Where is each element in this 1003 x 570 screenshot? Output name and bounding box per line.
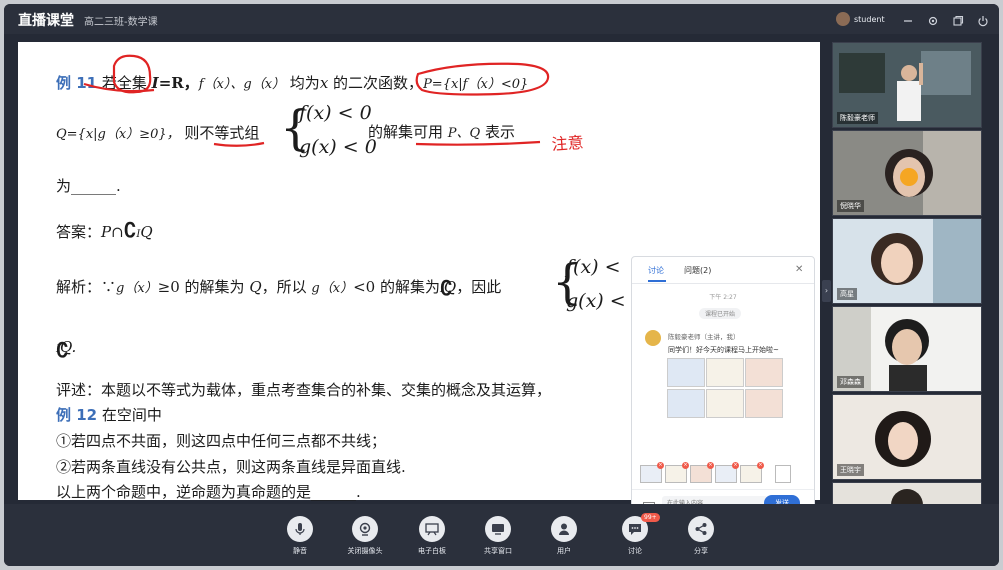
share-window-button[interactable]: 共享窗口 — [468, 516, 528, 556]
system-message: 课程已开始 — [699, 308, 742, 319]
discuss-button[interactable]: 99+ 讨论 — [605, 513, 665, 556]
app-title: 直播课堂 — [18, 13, 74, 29]
mute-button[interactable]: 静音 — [270, 516, 330, 556]
remove-icon[interactable]: × — [682, 462, 689, 469]
microphone-icon — [295, 523, 305, 535]
whiteboard-button[interactable]: 电子白板 — [402, 516, 462, 556]
chat-tabs: 讨论 问题(2) ✕ — [632, 257, 814, 284]
unread-badge: 99+ — [641, 513, 660, 522]
chat-panel: 讨论 问题(2) ✕ 下午 2:27 课程已开始 陈毅豪老师（主讲，我） 同学们… — [631, 256, 815, 518]
video-tile[interactable]: 陈毅豪老师 — [832, 42, 982, 128]
image-thumbnail[interactable] — [745, 358, 783, 387]
remove-icon[interactable]: × — [657, 462, 664, 469]
collapse-panel-button[interactable]: › — [822, 280, 831, 302]
active-tab-indicator — [648, 280, 666, 282]
share-window-label: 共享窗口 — [484, 547, 512, 555]
video-tile[interactable]: 王晓宇 — [832, 394, 982, 480]
class-name: 高二三班-数学课 — [84, 17, 158, 28]
whiteboard-label: 电子白板 — [418, 547, 446, 555]
settings-icon[interactable] — [927, 12, 939, 26]
message-time: 下午 2:27 — [709, 294, 737, 301]
title-bar: 直播课堂 高二三班-数学课 student — [4, 4, 999, 34]
message-text: 同学们！好今天的课程马上开始啦~ — [668, 346, 779, 354]
video-tile[interactable]: 高星 — [832, 218, 982, 304]
participant-name: 高星 — [837, 288, 857, 300]
monitor-icon — [492, 524, 504, 535]
user-icon — [559, 523, 569, 535]
participant-name: 邓森森 — [837, 376, 864, 388]
restore-icon[interactable] — [952, 12, 964, 26]
image-thumbnail[interactable] — [745, 389, 783, 418]
users-label: 用户 — [557, 547, 571, 555]
video-tile[interactable]: 倪晓华 — [832, 130, 982, 216]
image-thumbnail[interactable] — [706, 358, 744, 387]
image-thumbnail[interactable] — [667, 358, 705, 387]
minimize-icon[interactable] — [902, 12, 914, 24]
mute-label: 静音 — [293, 547, 307, 555]
users-button[interactable]: 用户 — [534, 516, 594, 556]
close-icon[interactable]: ✕ — [795, 264, 803, 275]
discuss-label: 讨论 — [628, 547, 642, 555]
attachment-thumb[interactable] — [775, 465, 791, 483]
user-menu[interactable]: student — [836, 12, 885, 26]
camera-button[interactable]: 关闭摄像头 — [335, 516, 395, 556]
participant-name: 倪晓华 — [837, 200, 864, 212]
user-avatar — [836, 12, 850, 26]
power-icon[interactable] — [977, 12, 989, 27]
message-sender: 陈毅豪老师（主讲，我） — [668, 333, 740, 341]
app-window: 直播课堂 高二三班-数学课 student 例 11 若全集 I=R，f（x）、… — [4, 4, 999, 566]
chat-bubble-icon — [629, 524, 641, 535]
remove-icon[interactable]: × — [707, 462, 714, 469]
remove-icon[interactable]: × — [757, 462, 764, 469]
video-tile[interactable]: 邓森森 — [832, 306, 982, 392]
share-label: 分享 — [694, 547, 708, 555]
whiteboard-icon — [425, 523, 439, 536]
bottom-toolbar: 静音 关闭摄像头 电子白板 共享窗口 用户 99+ 讨论 分享 — [4, 504, 999, 566]
attachment-strip: × × × × × — [640, 462, 800, 487]
teacher-avatar — [645, 330, 661, 346]
ink-note: 注意 — [551, 133, 584, 154]
share-button[interactable]: 分享 — [671, 516, 731, 556]
participant-name: 王晓宇 — [837, 464, 864, 476]
lecture-slide: 例 11 若全集 I=R，f（x）、g（x） 均为x 的二次函数，P={x|f（… — [18, 42, 820, 518]
image-thumbnail[interactable] — [667, 389, 705, 418]
participant-name: 陈毅豪老师 — [837, 112, 878, 124]
camera-icon — [359, 522, 371, 536]
user-name: student — [854, 14, 885, 24]
camera-label: 关闭摄像头 — [347, 547, 383, 555]
share-icon — [695, 523, 707, 535]
remove-icon[interactable]: × — [732, 462, 739, 469]
image-thumbnail[interactable] — [706, 389, 744, 418]
tab-discuss[interactable]: 讨论 — [648, 265, 664, 276]
tab-questions[interactable]: 问题(2) — [684, 265, 711, 276]
